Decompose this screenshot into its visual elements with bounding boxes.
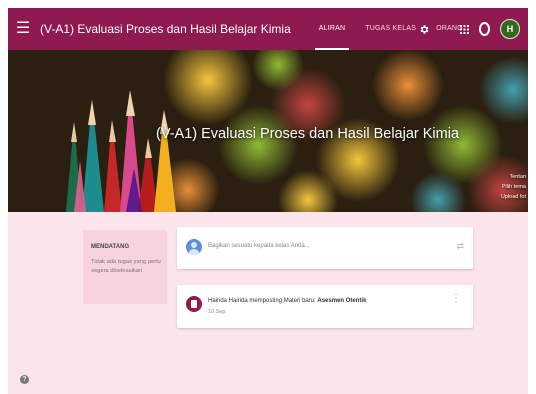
share-with-class-box[interactable]: Bagikan sesuatu kepada kelas Anda... ⇄ xyxy=(177,227,473,269)
apps-grid-icon[interactable] xyxy=(460,24,469,34)
help-icon[interactable]: ? xyxy=(20,375,29,384)
about-link[interactable]: Tentan xyxy=(509,174,526,180)
upcoming-card: MENDATANG Tidak ada tugas yang perlu seg… xyxy=(83,230,167,304)
tab-tugas-kelas[interactable]: TUGAS KELAS xyxy=(355,8,426,50)
top-app-bar: ☰ (V-A1) Evaluasi Proses dan Hasil Belaj… xyxy=(8,8,528,50)
classroom-page: ☰ (V-A1) Evaluasi Proses dan Hasil Belaj… xyxy=(8,8,528,394)
gear-icon[interactable] xyxy=(419,24,430,35)
post-text: Hairida Hairida memposting Materi baru: … xyxy=(208,298,366,304)
notification-icon[interactable] xyxy=(479,22,490,36)
upcoming-title: MENDATANG xyxy=(91,244,130,250)
tab-aliran[interactable]: ALIRAN xyxy=(309,8,356,50)
upcoming-text: Tidak ada tugas yang perlu segera disele… xyxy=(91,259,161,274)
upload-photo-link[interactable]: Upload fot xyxy=(501,194,526,200)
post-material-title[interactable]: Asesmen Otentik xyxy=(317,298,366,304)
hamburger-menu-icon[interactable]: ☰ xyxy=(8,8,38,50)
class-banner: (V-A1) Evaluasi Proses dan Hasil Belajar… xyxy=(8,50,528,212)
user-avatar-icon xyxy=(186,239,202,255)
banner-class-title: (V-A1) Evaluasi Proses dan Hasil Belajar… xyxy=(156,126,460,142)
class-title[interactable]: (V-A1) Evaluasi Proses dan Hasil Belajar… xyxy=(40,22,291,36)
header-actions: H xyxy=(419,8,520,50)
share-placeholder[interactable]: Bagikan sesuatu kepada kelas Anda... xyxy=(208,243,310,249)
post-date: 10 Sep xyxy=(208,309,226,315)
repost-icon[interactable]: ⇄ xyxy=(456,241,464,252)
stream-post[interactable]: Hairida Hairida memposting Materi baru: … xyxy=(177,285,473,328)
more-options-icon[interactable]: ⋮ xyxy=(451,294,461,304)
post-author-text: Hairida Hairida memposting Materi baru: xyxy=(208,298,318,304)
select-theme-link[interactable]: Pilih tema xyxy=(502,184,526,190)
material-icon xyxy=(186,296,202,312)
avatar[interactable]: H xyxy=(500,19,520,39)
